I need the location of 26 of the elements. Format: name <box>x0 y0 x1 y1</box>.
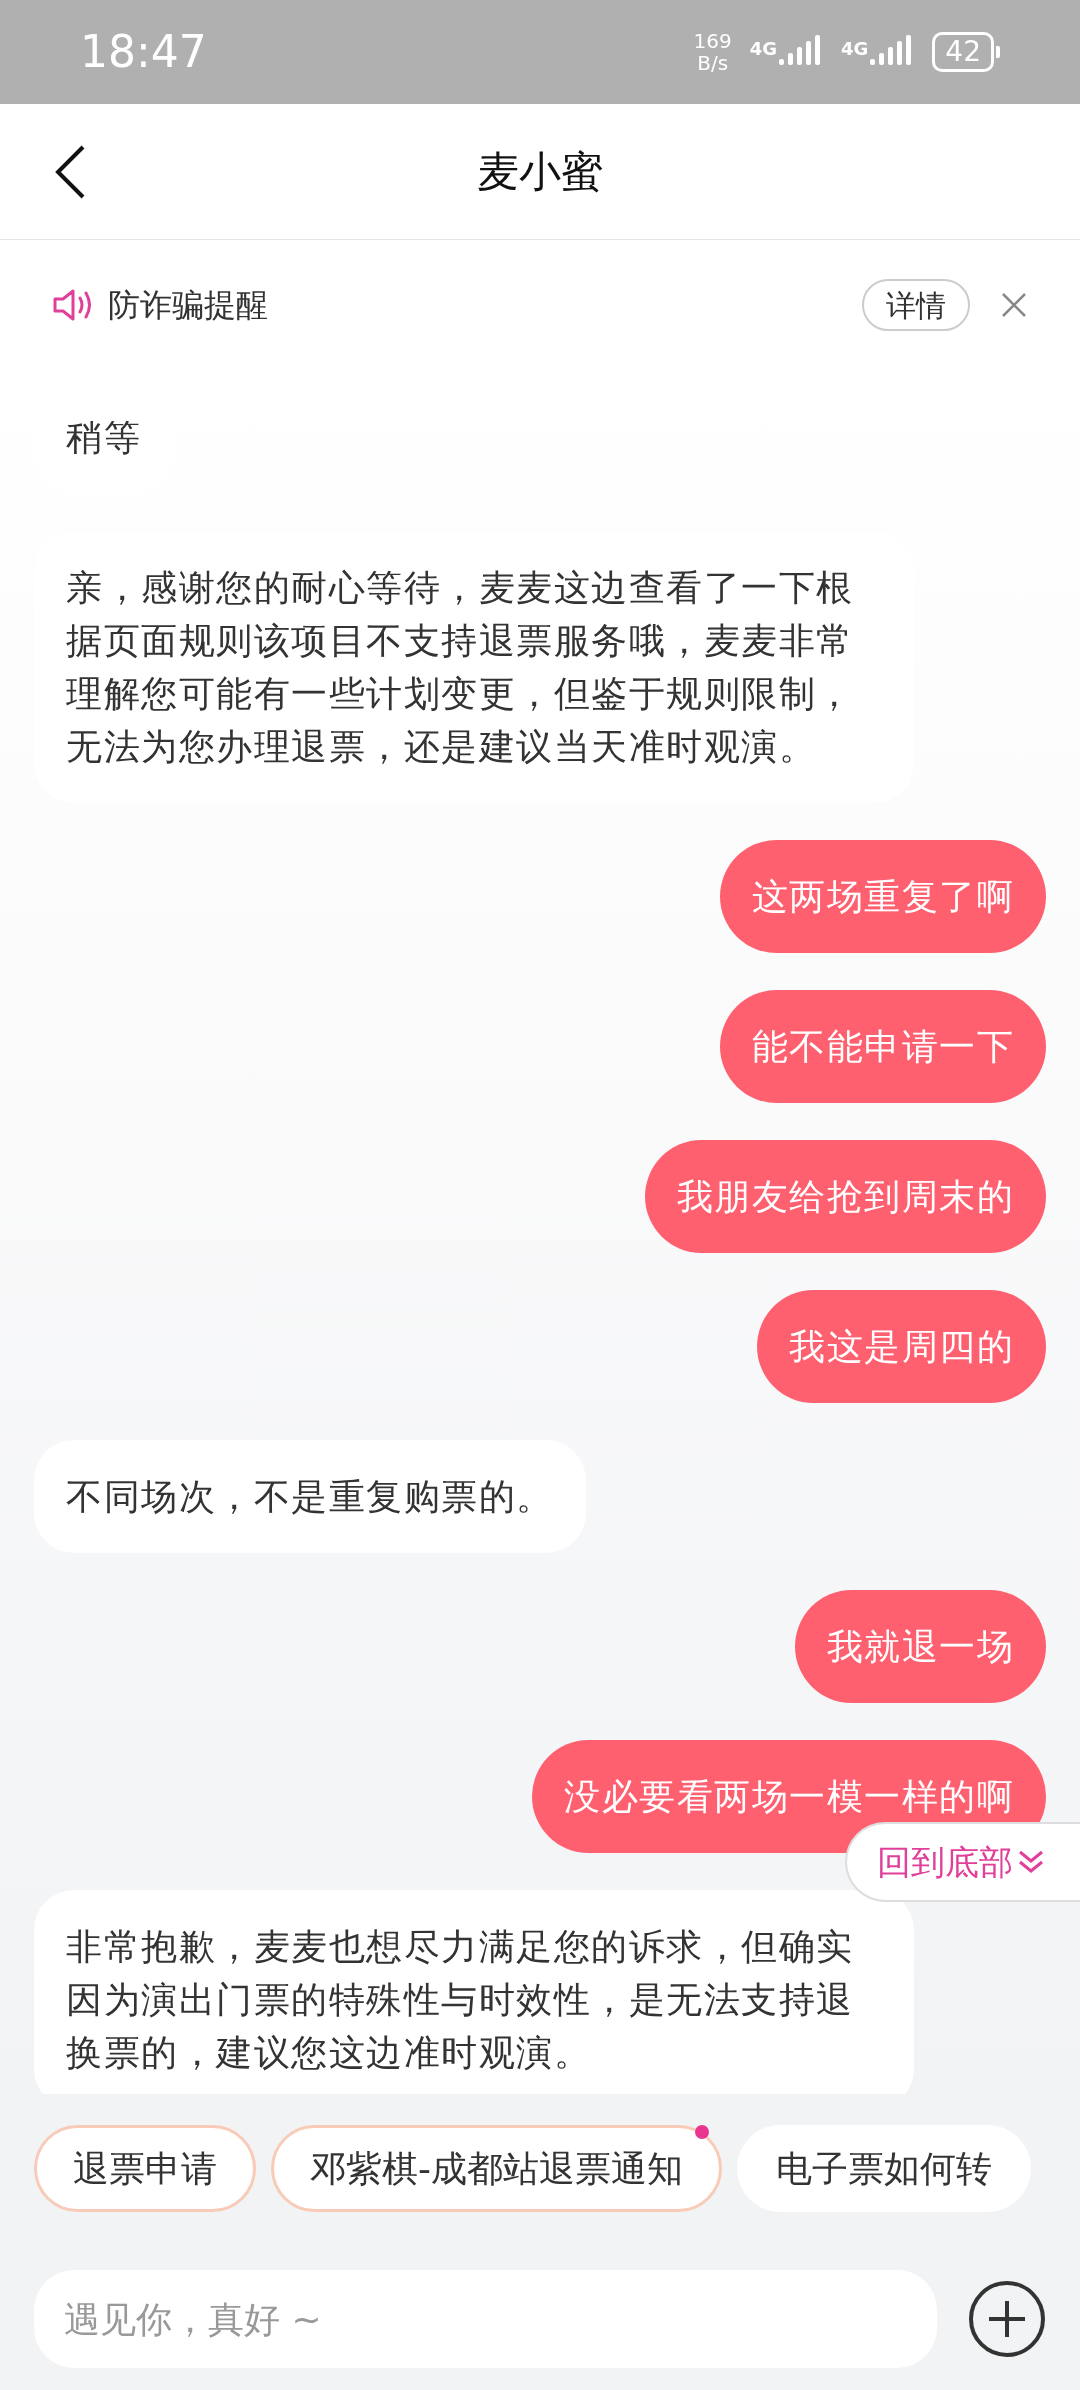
add-icon[interactable] <box>967 2279 1047 2359</box>
message-bubble: 这两场重复了啊 <box>719 840 1046 953</box>
quick-reply-chip[interactable]: 退票申请 <box>34 2125 256 2212</box>
quick-reply-chip[interactable]: 邓紫棋-成都站退票通知 <box>271 2125 722 2212</box>
message-bubble: 能不能申请一下 <box>719 990 1046 1103</box>
back-icon <box>53 143 87 200</box>
battery-indicator: 42 <box>932 32 994 72</box>
network-speed: 169 <box>693 30 732 52</box>
message-bubble: 非常抱歉，麦麦也想尽力满足您的诉求，但确实因为演出门票的特殊性与时效性，是无法支持退换票的，建议您这边准时观演。 <box>34 1890 914 2094</box>
details-button[interactable]: 详情 <box>862 279 970 331</box>
chat-title: 麦小蜜 <box>477 146 603 198</box>
close-icon[interactable] <box>1000 291 1028 319</box>
status-time: 18:47 <box>80 25 207 79</box>
battery-tip-icon <box>996 46 1000 58</box>
quick-reply-chip[interactable]: 电子票如何转 <box>737 2125 1031 2212</box>
network-speed: B/s <box>697 52 729 74</box>
message-input[interactable]: 遇见你，真好 ~ <box>34 2270 937 2368</box>
message-bubble: 我这是周四的 <box>757 1290 1046 1403</box>
network-type: 4G <box>749 37 778 61</box>
message-bubble: 我就退一场 <box>794 1590 1046 1703</box>
network-type: 4G <box>841 37 869 61</box>
message-bubble: 我朋友给抢到周末的 <box>644 1140 1046 1253</box>
message-bubble: 不同场次，不是重复购票的。 <box>34 1440 586 1553</box>
notice-text: 防诈骗提醒 <box>108 285 268 326</box>
speaker-icon <box>52 287 94 323</box>
double-chevron-down-icon <box>1017 1849 1045 1875</box>
